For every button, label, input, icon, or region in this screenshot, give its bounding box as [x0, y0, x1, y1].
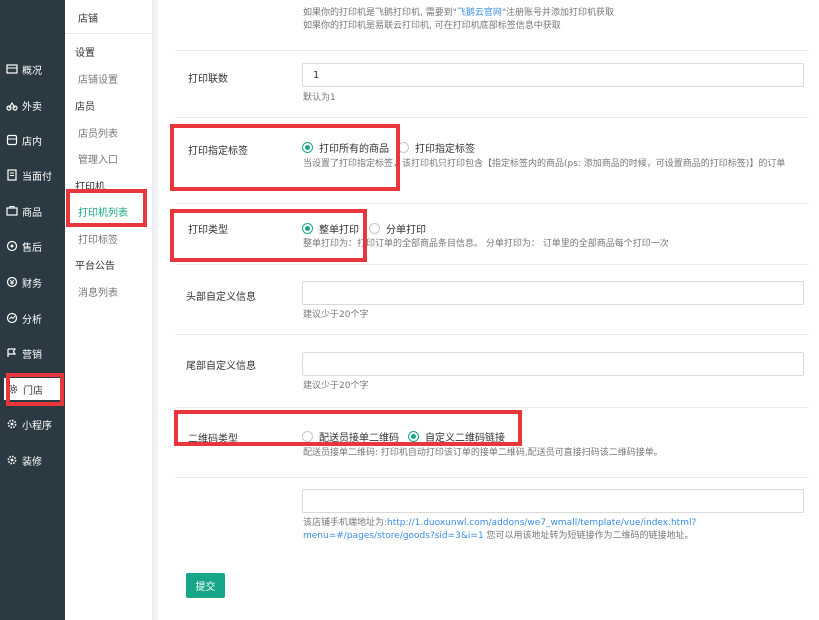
submenu-group-settings: 设置: [75, 48, 95, 59]
row-divider: [175, 50, 809, 51]
help-text: 该店铺手机端地址为:: [303, 518, 388, 528]
nav-label: 装修: [22, 456, 42, 468]
dashboard-icon: [6, 63, 18, 75]
store-icon: [6, 134, 18, 146]
highlight-print-tag: [170, 124, 400, 191]
help-text: "注册账号并添加打印机获取: [501, 8, 615, 18]
submenu-divider: [65, 33, 153, 34]
miniapp-icon: [6, 418, 18, 430]
nav-item-overview[interactable]: 概况: [0, 58, 65, 80]
submenu-link-message-list[interactable]: 消息列表: [78, 284, 118, 299]
nav-label: 财务: [22, 278, 42, 290]
nav-item-analysis[interactable]: 分析: [0, 307, 65, 329]
help-text: 如果你的打印机是飞鹅打印机, 需要到": [303, 8, 457, 18]
row-divider: [175, 117, 809, 118]
nav-item-dine-in[interactable]: 店内: [0, 129, 65, 151]
store-mobile-url[interactable]: http://1.duoxunwl.com/addons/we7_wmall/t…: [387, 518, 696, 528]
nav-label: 小程序: [22, 420, 52, 432]
nav-item-marketing[interactable]: 营销: [0, 342, 65, 364]
copies-label: 打印联数: [188, 74, 228, 85]
printer-key-help-1: 如果你的打印机是飞鹅打印机, 需要到"飞鹅云官网"注册账号并添加打印机获取: [303, 7, 803, 20]
nav-label: 当面付: [22, 171, 52, 183]
qrcode-type-help: 配送员接单二维码: 打印机自动打印该订单的接单二维码,配送员可直接扫码该二维码接…: [303, 448, 663, 458]
footer-info-help: 建议少于20个字: [303, 381, 369, 391]
goods-icon: [6, 205, 18, 217]
nav-item-decorate[interactable]: 装修: [0, 449, 65, 471]
printer-edit-form: 如果你的打印机是飞鹅打印机, 需要到"飞鹅云官网"注册账号并添加打印机获取 如果…: [158, 0, 819, 620]
highlight-store-nav: [6, 373, 64, 406]
nav-item-takeout[interactable]: 外卖: [0, 94, 65, 116]
submenu-link-admin-entry[interactable]: 管理入口: [78, 151, 118, 166]
nav-label: 概况: [22, 65, 42, 77]
header-info-help: 建议少于20个字: [303, 310, 369, 320]
nav-label: 外卖: [22, 101, 42, 113]
row-divider: [175, 203, 809, 204]
decorate-icon: [6, 454, 18, 466]
submenu-title: 店铺: [78, 14, 98, 25]
radio-print-split-order[interactable]: 分单打印: [369, 221, 426, 236]
qrcode-link-help: 该店铺手机端地址为:http://1.duoxunwl.com/addons/w…: [303, 517, 803, 543]
submit-button[interactable]: 提交: [186, 573, 225, 598]
footer-info-label: 尾部自定义信息: [186, 361, 256, 372]
row-divider: [175, 334, 809, 335]
delivery-icon: [6, 99, 18, 111]
nav-item-goods[interactable]: 商品: [0, 200, 65, 222]
highlight-print-type: [170, 209, 367, 262]
row-divider: [175, 264, 809, 265]
submenu-link-store-settings[interactable]: 店铺设置: [78, 71, 118, 86]
receipt-icon: [6, 169, 18, 181]
primary-nav: 概况 外卖 店内 当面付 商品 售后 财务 分析 营销 门店 小程序 装修: [0, 0, 65, 620]
radio-label: 打印指定标签: [415, 144, 475, 155]
store-mobile-url[interactable]: menu=#/pages/store/goods?sid=3&i=1: [303, 531, 484, 541]
footer-info-input[interactable]: [302, 352, 804, 376]
nav-item-finance[interactable]: 财务: [0, 271, 65, 293]
nav-item-face-pay[interactable]: 当面付: [0, 164, 65, 186]
nav-label: 分析: [22, 314, 42, 326]
help-text: 您可以用该地址转为短链接作为二维码的链接地址。: [483, 531, 694, 541]
header-info-label: 头部自定义信息: [186, 292, 256, 303]
submenu-link-print-tags[interactable]: 打印标签: [78, 231, 118, 246]
radio-label: 分单打印: [386, 225, 426, 236]
nav-item-aftersale[interactable]: 售后: [0, 235, 65, 257]
secondary-menu: 店铺 设置 店铺设置 店员 店员列表 管理入口 打印机 打印机列表 打印标签 平…: [65, 0, 153, 620]
header-info-input[interactable]: [302, 281, 804, 305]
nav-label: 商品: [22, 207, 42, 219]
aftersale-icon: [6, 240, 18, 252]
feie-cloud-link[interactable]: 飞鹅云官网: [457, 8, 502, 18]
highlight-qrcode-type: [174, 410, 522, 446]
analysis-icon: [6, 312, 18, 324]
copies-input[interactable]: 1: [302, 63, 804, 87]
copies-help: 默认为1: [303, 93, 336, 103]
marketing-icon: [6, 347, 18, 359]
submenu-link-staff-list[interactable]: 店员列表: [78, 125, 118, 140]
qrcode-link-input[interactable]: [302, 489, 804, 513]
radio-print-tagged-goods[interactable]: 打印指定标签: [398, 140, 475, 155]
radio-dot: [369, 223, 380, 234]
row-divider: [175, 407, 809, 408]
submenu-group-staff: 店员: [75, 102, 95, 113]
nav-item-miniapp[interactable]: 小程序: [0, 413, 65, 435]
row-divider: [175, 477, 809, 478]
nav-label: 店内: [22, 136, 42, 148]
nav-label: 营销: [22, 349, 42, 361]
submenu-group-notice: 平台公告: [75, 261, 115, 272]
copies-value: 1: [313, 69, 320, 81]
nav-label: 售后: [22, 242, 42, 254]
finance-icon: [6, 276, 18, 288]
highlight-printer-list: [66, 189, 147, 227]
printer-key-help-2: 如果你的打印机是易联云打印机, 可在打印机底部标签信息中获取: [303, 21, 561, 31]
